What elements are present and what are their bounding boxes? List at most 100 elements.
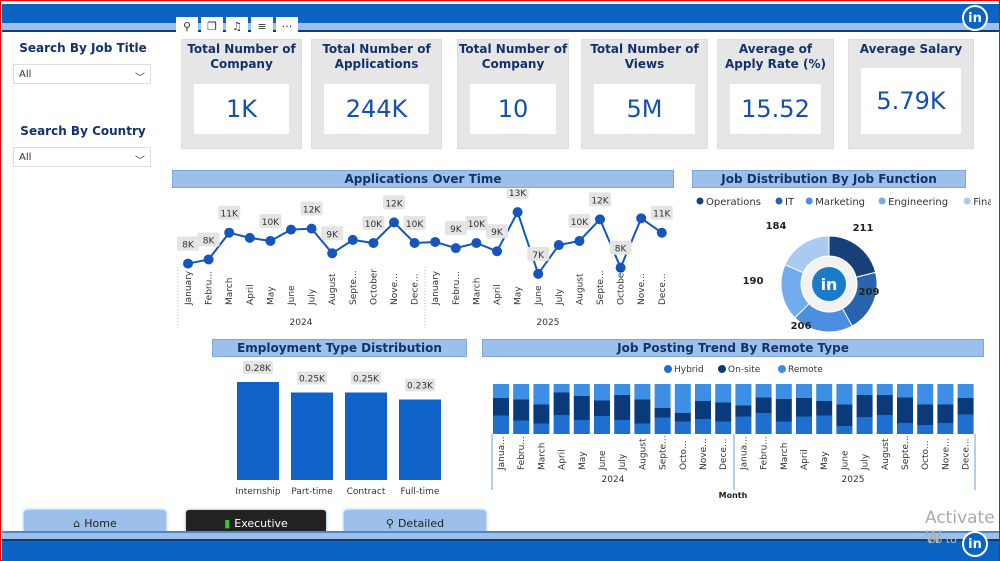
x-tick-label: March <box>537 443 547 470</box>
stacked-segment <box>876 384 893 395</box>
x-tick-label: January <box>184 270 194 306</box>
kpi-card: Total Number of Company 10 <box>457 39 569 149</box>
legend-marker <box>805 197 813 205</box>
pin-icon[interactable]: ⚲ <box>176 17 198 35</box>
stacked-segment <box>816 415 833 434</box>
more-icon[interactable]: ··· <box>276 17 298 35</box>
data-point <box>512 207 523 218</box>
chart-icon: ▮ <box>224 517 231 530</box>
x-tick-label: August <box>328 273 338 305</box>
bell-icon[interactable]: ♫ <box>226 17 248 35</box>
kpi-card: Total Number of Applications 244K <box>311 39 442 149</box>
x-tick-label: Octo... <box>921 441 931 471</box>
stacked-segment <box>674 421 691 434</box>
legend-marker <box>696 197 704 205</box>
stacked-segment <box>695 419 711 434</box>
data-point <box>244 232 255 243</box>
country-filter-label: Search By Country <box>20 124 146 138</box>
stacked-segment <box>897 384 913 398</box>
data-point <box>656 227 667 238</box>
data-point <box>471 238 482 248</box>
line-chart-title: Applications Over Time <box>172 170 674 188</box>
slice-label: 211 <box>853 223 874 234</box>
stacked-segment <box>856 384 873 395</box>
slice-label: 190 <box>743 276 764 287</box>
nav-label: Detailed <box>397 517 445 530</box>
stacked-segment <box>513 420 530 434</box>
x-tick-label: August <box>638 438 648 470</box>
stacked-segment <box>796 416 812 434</box>
job-title-dropdown[interactable]: All ﹀ <box>13 64 151 84</box>
stacked-segment <box>573 384 590 396</box>
stacked-segment <box>796 398 812 417</box>
data-label: 11K <box>221 210 239 220</box>
stacked-segment <box>674 384 691 413</box>
data-point <box>533 268 544 279</box>
stacked-segment <box>917 404 934 425</box>
stacked-segment <box>755 397 772 413</box>
kpi-value: 15.52 <box>730 84 821 134</box>
kpi-title: Total Number of Applications <box>322 42 431 71</box>
stacked-segment <box>493 415 509 434</box>
slice-label: 184 <box>766 221 787 232</box>
stacked-segment <box>594 384 610 401</box>
x-tick-label: June <box>534 285 544 306</box>
x-tick-label: Febru... <box>205 271 215 305</box>
stacked-segment <box>755 384 772 398</box>
data-point <box>492 246 502 257</box>
x-tick-label: March <box>225 278 235 305</box>
data-label: 10K <box>365 220 383 230</box>
stacked-segment <box>937 404 954 423</box>
stacked-segment <box>937 423 954 434</box>
data-point <box>224 227 235 238</box>
stacked-segment <box>553 384 570 393</box>
x-tick-label: July <box>308 288 318 306</box>
data-point <box>368 238 379 248</box>
remote-type-stacked-chart: Hybrid On-site Remote Janua... Febru... March… <box>491 365 976 500</box>
legend-label: IT <box>785 197 795 208</box>
stacked-segment <box>937 384 954 405</box>
data-point <box>430 236 441 247</box>
data-label: 12K <box>385 199 403 209</box>
stacked-segment <box>897 423 913 434</box>
data-point <box>286 224 296 235</box>
x-tick-label: May <box>266 286 276 305</box>
stacked-segment <box>493 398 509 416</box>
kpi-value: 5M <box>594 84 695 134</box>
x-tick-label: Septe... <box>596 270 606 305</box>
x-tick-label: Dece... <box>411 273 421 305</box>
bar <box>291 392 333 480</box>
country-dropdown[interactable]: All ﹀ <box>13 147 151 167</box>
data-point <box>347 234 358 245</box>
stacked-segment <box>513 399 530 421</box>
x-tick-label: April <box>246 284 256 305</box>
stacked-segment <box>876 415 893 434</box>
filter-icon[interactable]: ≡ <box>251 17 273 35</box>
data-label: 9K <box>450 225 463 235</box>
stacked-segment <box>856 395 873 417</box>
donut-chart-title: Job Distribution By Job Function <box>692 170 966 188</box>
activate-watermark-sub: Go to <box>927 533 957 546</box>
x-tick-label: Septe... <box>901 435 911 470</box>
data-label: 10K <box>406 220 424 230</box>
stacked-segment <box>533 404 550 424</box>
dropdown-value: All <box>19 152 32 163</box>
stacked-segment <box>513 384 530 400</box>
chevron-down-icon: ﹀ <box>135 156 145 167</box>
legend-label: On-site <box>728 365 761 375</box>
copy-icon[interactable]: ❐ <box>201 17 223 35</box>
x-tick-label: Febru... <box>517 436 527 470</box>
stacked-segment <box>614 384 631 395</box>
stacked-segment <box>594 400 610 416</box>
data-point <box>450 243 461 254</box>
stacked-segment <box>614 420 631 434</box>
legend-marker <box>778 365 786 373</box>
x-tick-label: June <box>287 285 297 306</box>
data-point <box>409 238 420 248</box>
stacked-segment <box>654 417 671 434</box>
data-point <box>306 223 317 234</box>
x-tick-label: Contract <box>347 487 386 497</box>
slice-label: 206 <box>791 321 812 332</box>
stacked-segment <box>735 405 752 417</box>
x-tick-label: Nove... <box>390 273 400 305</box>
